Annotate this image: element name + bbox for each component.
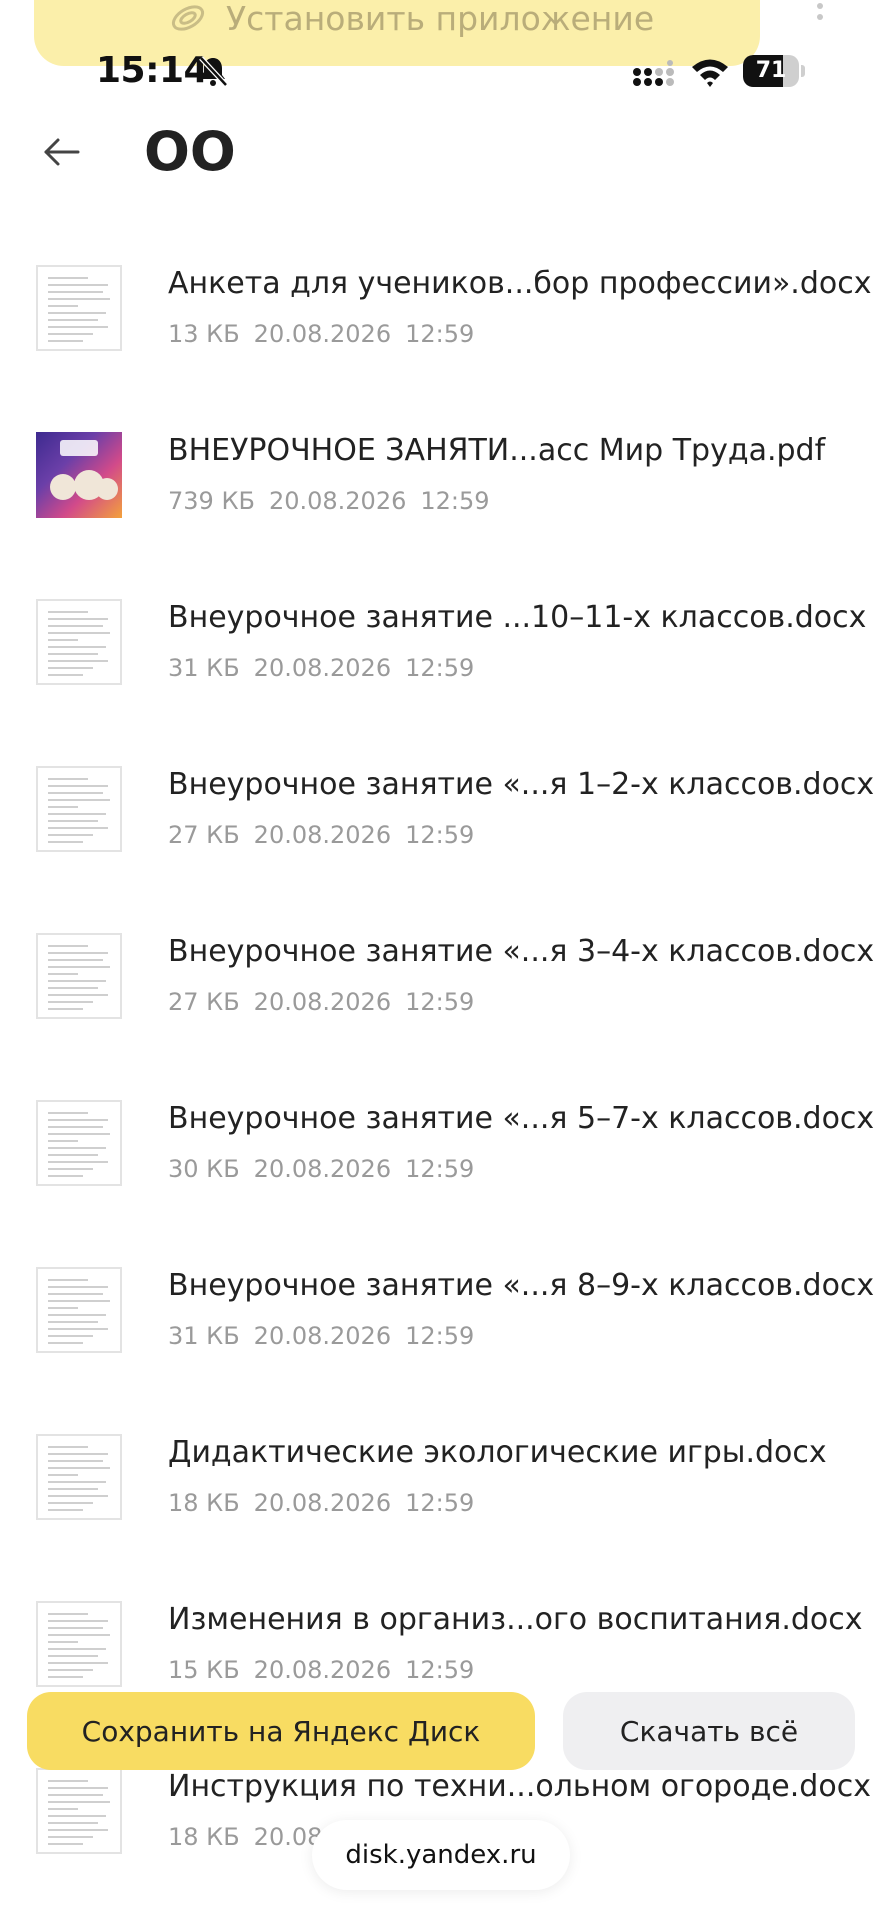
cellular-signal-icon: [633, 60, 674, 86]
file-time: 12:59: [420, 487, 490, 515]
document-thumbnail: [36, 1267, 122, 1353]
file-meta: 15 КБ 20.08.2026 12:59: [168, 1656, 488, 1684]
file-size: 30 КБ: [168, 1155, 240, 1183]
browser-url-pill[interactable]: disk.yandex.ru: [312, 1820, 570, 1890]
file-time: 12:59: [405, 1656, 475, 1684]
battery-percent: 71: [755, 58, 787, 83]
file-meta: 31 КБ 20.08.2026 12:59: [168, 1322, 488, 1350]
file-name: Инструкция по техни...ольном огороде.doc…: [168, 1769, 871, 1804]
file-name: Внеурочное занятие «...я 5–7-х классов.d…: [168, 1101, 875, 1136]
status-time: 15:14: [96, 50, 209, 91]
document-thumbnail: [36, 1768, 122, 1854]
file-time: 12:59: [405, 320, 475, 348]
file-name: Внеурочное занятие «...я 8–9-х классов.d…: [168, 1268, 875, 1303]
file-time: 12:59: [405, 1489, 475, 1517]
folder-title: ОО: [144, 120, 236, 183]
file-name: Внеурочное занятие ...10–11-х классов.do…: [168, 600, 867, 635]
download-all-button[interactable]: Скачать всё: [563, 1692, 855, 1770]
file-row[interactable]: Внеурочное занятие «...я 3–4-х классов.d…: [0, 908, 883, 1075]
file-row[interactable]: Внеурочное занятие «...я 8–9-х классов.d…: [0, 1242, 883, 1409]
battery-indicator: 71: [743, 55, 805, 89]
file-size: 31 КБ: [168, 654, 240, 682]
file-meta: 31 КБ 20.08.2026 12:59: [168, 654, 488, 682]
file-meta: 27 КБ 20.08.2026 12:59: [168, 988, 488, 1016]
file-date: 20.08.2026: [253, 821, 392, 849]
file-name: Анкета для учеников...бор профессии».doc…: [168, 266, 872, 301]
file-date: 20.08.2026: [253, 1155, 392, 1183]
document-thumbnail: [36, 1601, 122, 1687]
file-size: 27 КБ: [168, 988, 240, 1016]
file-time: 12:59: [405, 988, 475, 1016]
more-options-icon[interactable]: [808, 0, 832, 30]
file-meta: 13 КБ 20.08.2026 12:59: [168, 320, 488, 348]
file-size: 18 КБ: [168, 1489, 240, 1517]
file-row[interactable]: Внеурочное занятие «...я 5–7-х классов.d…: [0, 1075, 883, 1242]
file-time: 12:59: [405, 821, 475, 849]
file-meta: 30 КБ 20.08.2026 12:59: [168, 1155, 488, 1183]
install-app-label: Установить приложение: [226, 0, 655, 38]
app-icon: [171, 5, 205, 31]
file-meta: 27 КБ 20.08.2026 12:59: [168, 821, 488, 849]
back-arrow-icon[interactable]: [40, 130, 84, 174]
file-meta: 18 КБ 20.08.2026 12:59: [168, 1489, 488, 1517]
file-time: 12:59: [405, 654, 475, 682]
file-size: 739 КБ: [168, 487, 255, 515]
file-time: 12:59: [405, 1322, 475, 1350]
save-to-disk-button[interactable]: Сохранить на Яндекс Диск: [27, 1692, 535, 1770]
document-thumbnail: [36, 1100, 122, 1186]
file-date: 20.08.2026: [253, 320, 392, 348]
file-size: 15 КБ: [168, 1656, 240, 1684]
file-size: 13 КБ: [168, 320, 240, 348]
file-date: 20.08.2026: [253, 1656, 392, 1684]
file-name: Дидактические экологические игры.docx: [168, 1435, 827, 1470]
file-date: 20.08.2026: [253, 1322, 392, 1350]
file-time: 12:59: [405, 1155, 475, 1183]
document-thumbnail: [36, 1434, 122, 1520]
file-name: ВНЕУРОЧНОЕ ЗАНЯТИ...асс Мир Труда.pdf: [168, 433, 826, 468]
file-list: Анкета для учеников...бор профессии».doc…: [0, 240, 883, 1910]
file-row[interactable]: Анкета для учеников...бор профессии».doc…: [0, 240, 883, 407]
file-row[interactable]: Внеурочное занятие «...я 1–2-х классов.d…: [0, 741, 883, 908]
status-bar: 15:14 71: [0, 40, 883, 100]
document-thumbnail: [36, 599, 122, 685]
file-date: 20.08.2026: [253, 1489, 392, 1517]
file-row[interactable]: ВНЕУРОЧНОЕ ЗАНЯТИ...асс Мир Труда.pdf 739…: [0, 407, 883, 574]
file-row[interactable]: Внеурочное занятие ...10–11-х классов.do…: [0, 574, 883, 741]
pdf-thumbnail: [36, 432, 122, 518]
file-date: 20.08.2026: [268, 487, 407, 515]
wifi-icon: [692, 59, 728, 87]
file-size: 18 КБ: [168, 1823, 240, 1851]
file-date: 20.08.2026: [253, 654, 392, 682]
file-size: 27 КБ: [168, 821, 240, 849]
document-thumbnail: [36, 766, 122, 852]
file-name: Изменения в организ...ого воспитания.doc…: [168, 1602, 863, 1637]
file-name: Внеурочное занятие «...я 1–2-х классов.d…: [168, 767, 875, 802]
file-date: 20.08.2026: [253, 988, 392, 1016]
document-thumbnail: [36, 265, 122, 351]
document-thumbnail: [36, 933, 122, 1019]
muted-bell-icon: [199, 56, 228, 87]
file-meta: 739 КБ 20.08.2026 12:59: [168, 487, 504, 515]
file-name: Внеурочное занятие «...я 3–4-х классов.d…: [168, 934, 875, 969]
file-row[interactable]: Дидактические экологические игры.docx 18 …: [0, 1409, 883, 1576]
file-size: 31 КБ: [168, 1322, 240, 1350]
